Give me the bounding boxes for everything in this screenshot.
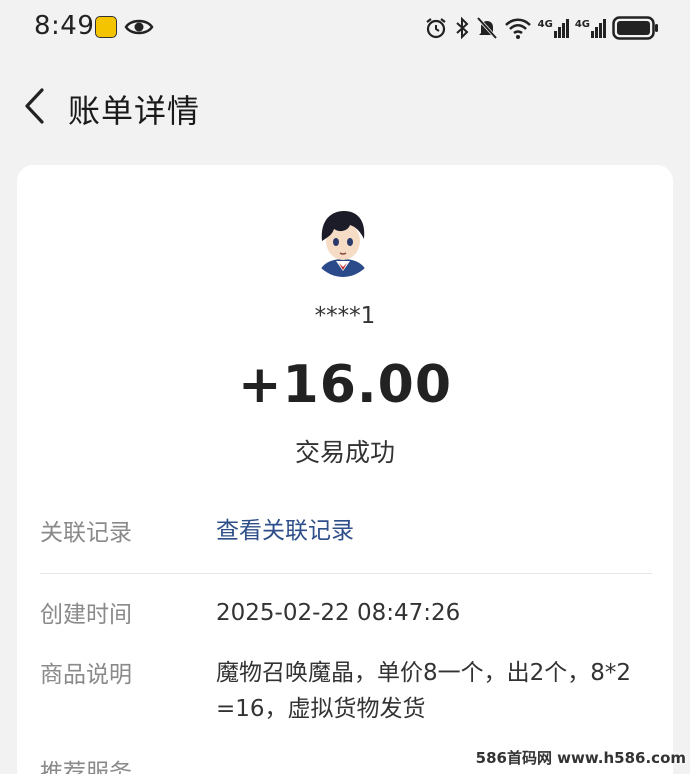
recommended-service-label: 推荐服务 bbox=[40, 760, 132, 774]
mute-bell-icon bbox=[476, 16, 497, 40]
watermark: 586首码网 www.h586.com bbox=[475, 749, 686, 767]
divider bbox=[40, 573, 652, 574]
status-time: 8:49 bbox=[34, 11, 95, 41]
alarm-icon bbox=[425, 18, 446, 39]
page-title: 账单详情 bbox=[68, 92, 201, 130]
created-time-label: 创建时间 bbox=[40, 602, 132, 628]
avatar-image bbox=[310, 205, 376, 277]
created-time-value: 2025-02-22 08:47:26 bbox=[216, 600, 461, 626]
status-icons: 4G 4G bbox=[424, 12, 660, 44]
signal-4g-icon: 4G bbox=[574, 18, 606, 38]
eye-icon bbox=[124, 19, 154, 35]
back-button[interactable] bbox=[14, 82, 54, 130]
network-type-label: 4G bbox=[537, 18, 553, 30]
nav-bar: 账单详情 bbox=[0, 70, 690, 142]
chevron-left-icon bbox=[25, 88, 44, 124]
status-bar: 8:49 4G 4G bbox=[0, 0, 690, 58]
network-type-label: 4G bbox=[574, 18, 590, 30]
view-related-record-link[interactable]: 查看关联记录 bbox=[216, 513, 656, 549]
product-description-value: 魔物召唤魔晶，单价8一个，出2个，8*2=16，虚拟货物发货 bbox=[216, 660, 632, 722]
related-record-label: 关联记录 bbox=[40, 520, 132, 546]
signal-4g-icon: 4G bbox=[537, 18, 569, 38]
bluetooth-icon bbox=[455, 16, 469, 40]
transaction-status: 交易成功 bbox=[294, 438, 395, 467]
product-description-label: 商品说明 bbox=[40, 662, 132, 688]
wifi-icon bbox=[504, 18, 531, 39]
transaction-amount: +16.00 bbox=[237, 355, 453, 415]
bill-detail-card: ****1 +16.00 交易成功 关联记录 查看关联记录 创建时间 2025-… bbox=[17, 165, 673, 774]
battery-icon bbox=[612, 16, 658, 40]
app-notification-icon bbox=[95, 16, 117, 38]
avatar bbox=[310, 205, 376, 277]
account-name: ****1 bbox=[314, 303, 376, 329]
